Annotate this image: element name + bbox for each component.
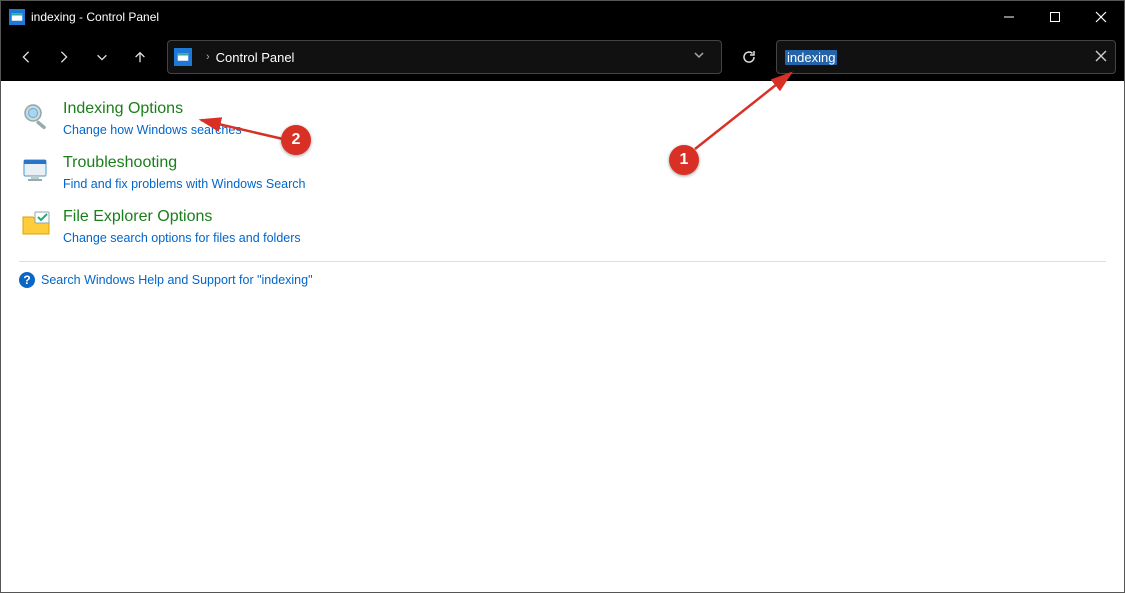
- help-icon: ?: [19, 272, 35, 288]
- result-subtext[interactable]: Find and fix problems with Windows Searc…: [63, 175, 305, 193]
- up-button[interactable]: [123, 40, 157, 74]
- separator: [19, 261, 1106, 262]
- title-bar: indexing - Control Panel: [1, 1, 1124, 33]
- breadcrumb-control-panel[interactable]: Control Panel: [216, 50, 295, 65]
- address-bar[interactable]: › Control Panel: [167, 40, 722, 74]
- control-panel-app-icon: [9, 9, 25, 25]
- result-file-explorer-options[interactable]: File Explorer Options Change search opti…: [19, 207, 1106, 247]
- control-panel-icon: [174, 48, 192, 66]
- maximize-button[interactable]: [1032, 1, 1078, 33]
- help-text[interactable]: Search Windows Help and Support for "ind…: [41, 273, 313, 287]
- refresh-button[interactable]: [732, 40, 766, 74]
- toolbar: › Control Panel indexing: [1, 33, 1124, 81]
- help-search-link[interactable]: ? Search Windows Help and Support for "i…: [19, 272, 1106, 288]
- result-title[interactable]: Indexing Options: [63, 99, 242, 119]
- result-troubleshooting[interactable]: Troubleshooting Find and fix problems wi…: [19, 153, 1106, 193]
- file-explorer-options-icon: [19, 207, 53, 241]
- troubleshooting-icon: [19, 153, 53, 187]
- recent-locations-button[interactable]: [85, 40, 119, 74]
- back-button[interactable]: [9, 40, 43, 74]
- result-subtext[interactable]: Change search options for files and fold…: [63, 229, 301, 247]
- forward-button[interactable]: [47, 40, 81, 74]
- address-dropdown-icon[interactable]: [693, 48, 705, 66]
- breadcrumb-sep: ›: [206, 51, 210, 63]
- search-input[interactable]: indexing: [776, 40, 1116, 74]
- close-button[interactable]: [1078, 1, 1124, 33]
- result-title[interactable]: File Explorer Options: [63, 207, 301, 227]
- result-indexing-options[interactable]: Indexing Options Change how Windows sear…: [19, 99, 1106, 139]
- result-subtext[interactable]: Change how Windows searches: [63, 121, 242, 139]
- control-panel-window: indexing - Control Panel ›: [0, 0, 1125, 593]
- minimize-button[interactable]: [986, 1, 1032, 33]
- results-area: Indexing Options Change how Windows sear…: [1, 81, 1124, 592]
- window-title: indexing - Control Panel: [31, 10, 159, 24]
- search-value: indexing: [785, 50, 837, 65]
- clear-search-icon[interactable]: [1095, 49, 1107, 65]
- indexing-options-icon: [19, 99, 53, 133]
- result-title[interactable]: Troubleshooting: [63, 153, 305, 173]
